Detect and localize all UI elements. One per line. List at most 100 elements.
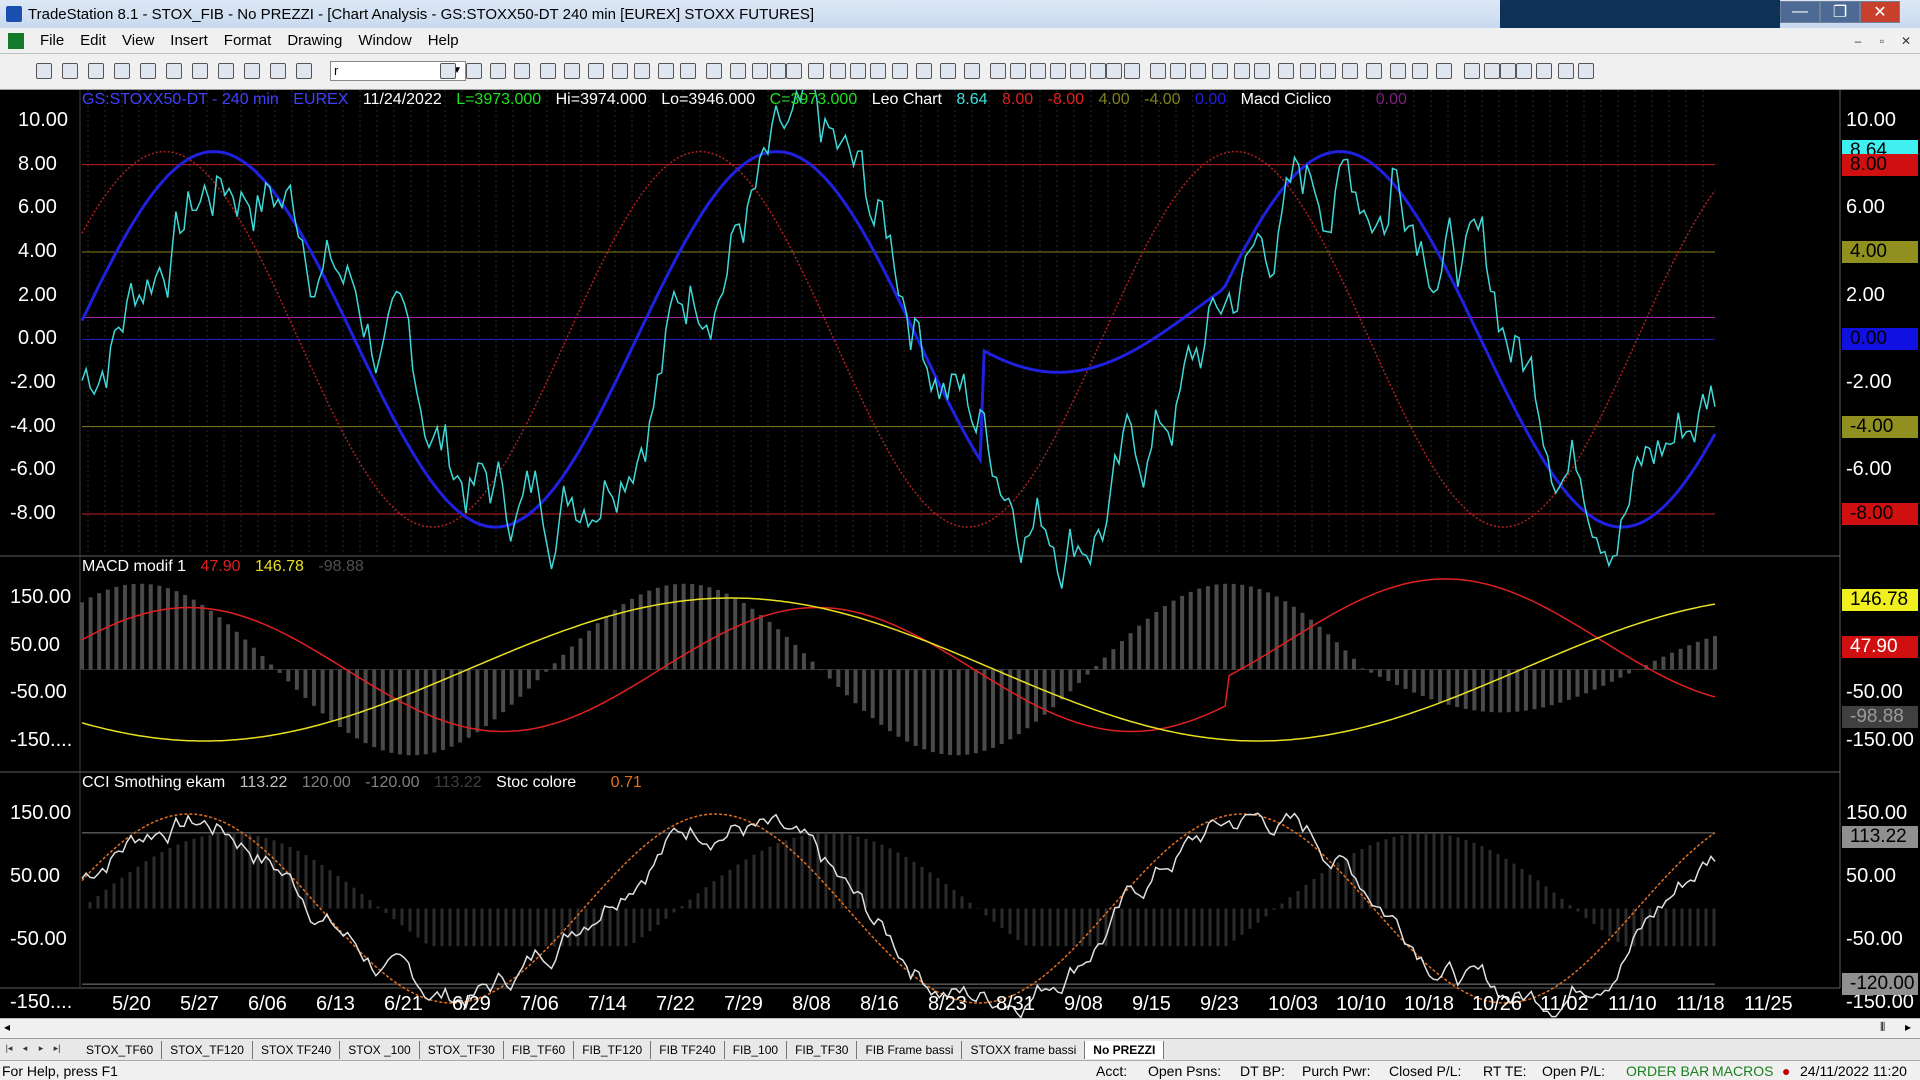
tab-item[interactable]: STOX_TF30 [420,1040,504,1059]
toolbar-button-icon[interactable] [514,63,530,79]
toolbar-button-icon[interactable] [1106,63,1122,79]
toolbar-button-icon[interactable] [1090,63,1106,79]
toolbar-button-icon[interactable] [1484,63,1500,79]
tab-prev-icon[interactable]: ◂ [18,1043,32,1057]
toolbar-button-icon[interactable] [1436,63,1452,79]
toolbar-button-icon[interactable] [1390,63,1406,79]
toolbar-button-icon[interactable] [680,63,696,79]
status-macros[interactable]: MACROS [1712,1063,1773,1079]
tab-item[interactable]: FIB_100 [725,1040,788,1059]
menu-format[interactable]: Format [216,32,280,49]
mdi-minimize-button[interactable]: – [1848,31,1868,51]
toolbar-button-icon[interactable] [1254,63,1270,79]
status-order-bar[interactable]: ORDER BAR [1626,1063,1709,1079]
toolbar-button-icon[interactable] [588,63,604,79]
toolbar-button-icon[interactable] [892,63,908,79]
toolbar-button-icon[interactable] [1070,63,1086,79]
toolbar-button-icon[interactable] [1536,63,1552,79]
toolbar-button-icon[interactable] [1212,63,1228,79]
toolbar-button-icon[interactable] [1558,63,1574,79]
tab-item[interactable]: FIB TF240 [651,1040,725,1059]
toolbar-button-icon[interactable] [1320,63,1336,79]
toolbar-button-icon[interactable] [140,63,156,79]
toolbar-button-icon[interactable] [990,63,1006,79]
toolbar-button-icon[interactable] [1190,63,1206,79]
toolbar-button-icon[interactable] [1170,63,1186,79]
toolbar-button-icon[interactable] [964,63,980,79]
toolbar-button-icon[interactable] [1010,63,1026,79]
toolbar-button-icon[interactable] [1278,63,1294,79]
tab-item[interactable]: FIB_TF120 [574,1040,652,1059]
tab-item[interactable]: STOX_TF60 [78,1040,163,1059]
toolbar-button-icon[interactable] [166,63,182,79]
toolbar-button-icon[interactable] [88,63,104,79]
toolbar-button-icon[interactable] [850,63,866,79]
minimize-button[interactable]: — [1780,1,1820,23]
toolbar-button-icon[interactable] [1464,63,1480,79]
menu-drawing[interactable]: Drawing [279,32,350,49]
menu-view[interactable]: View [114,32,162,49]
toolbar-button-icon[interactable] [296,63,312,79]
toolbar-button-icon[interactable] [62,63,78,79]
toolbar-button-icon[interactable] [752,63,768,79]
toolbar-button-icon[interactable] [1150,63,1166,79]
toolbar-button-icon[interactable] [808,63,824,79]
toolbar-button-icon[interactable] [440,63,456,79]
toolbar-button-icon[interactable] [1366,63,1382,79]
toolbar-button-icon[interactable] [786,63,802,79]
tab-item[interactable]: FIB Frame bassi [857,1040,963,1059]
maximize-button[interactable]: ❐ [1820,1,1860,23]
scroll-right-icon[interactable]: ▸ [1905,1020,1911,1034]
toolbar-button-icon[interactable] [658,63,674,79]
toolbar-button-icon[interactable] [1500,63,1516,79]
tab-last-icon[interactable]: ▸| [50,1043,64,1057]
toolbar-button-icon[interactable] [1578,63,1594,79]
menu-file[interactable]: File [32,32,72,49]
toolbar-button-icon[interactable] [730,63,746,79]
toolbar-button-icon[interactable] [870,63,886,79]
tab-item[interactable]: No PREZZI [1085,1040,1165,1059]
toolbar-button-icon[interactable] [564,63,580,79]
toolbar-button-icon[interactable] [1234,63,1250,79]
tab-item[interactable]: FIB_TF60 [504,1040,575,1059]
mdi-restore-button[interactable]: ▫ [1872,31,1892,51]
toolbar-button-icon[interactable] [770,63,786,79]
toolbar-button-icon[interactable] [1300,63,1316,79]
toolbar-button-icon[interactable] [612,63,628,79]
toolbar-button-icon[interactable] [270,63,286,79]
toolbar-button-icon[interactable] [490,63,506,79]
toolbar-button-icon[interactable] [218,63,234,79]
scroll-left-icon[interactable]: ◂ [4,1020,10,1034]
tab-item[interactable]: STOX TF240 [253,1040,341,1059]
toolbar-button-icon[interactable] [1124,63,1140,79]
menu-help[interactable]: Help [420,32,467,49]
toolbar-button-icon[interactable] [940,63,956,79]
mdi-close-button[interactable]: ✕ [1896,31,1916,51]
toolbar-button-icon[interactable] [830,63,846,79]
toolbar-button-icon[interactable] [1050,63,1066,79]
toolbar-button-icon[interactable] [540,63,556,79]
toolbar-button-icon[interactable] [466,63,482,79]
toolbar-button-icon[interactable] [1030,63,1046,79]
scroll-thumb-icon[interactable]: ⦀ [1880,1020,1885,1035]
toolbar-button-icon[interactable] [1342,63,1358,79]
tab-item[interactable]: STOXX frame bassi [962,1040,1086,1059]
tab-item[interactable]: STOX _100 [340,1040,420,1059]
toolbar-button-icon[interactable] [916,63,932,79]
tab-item[interactable]: FIB_TF30 [787,1040,858,1059]
horizontal-scrollbar[interactable]: ◂ ⦀ ▸ [0,1018,1920,1038]
tab-first-icon[interactable]: |◂ [2,1043,16,1057]
tab-item[interactable]: STOX_TF120 [162,1040,253,1059]
toolbar-button-icon[interactable] [706,63,722,79]
tab-next-icon[interactable]: ▸ [34,1043,48,1057]
close-button[interactable]: ✕ [1860,1,1900,23]
menu-insert[interactable]: Insert [162,32,216,49]
toolbar-button-icon[interactable] [114,63,130,79]
toolbar-button-icon[interactable] [634,63,650,79]
toolbar-button-icon[interactable] [36,63,52,79]
toolbar-button-icon[interactable] [244,63,260,79]
toolbar-button-icon[interactable] [192,63,208,79]
toolbar-button-icon[interactable] [1516,63,1532,79]
menu-edit[interactable]: Edit [72,32,114,49]
chart-area[interactable]: GS:STOXX50-DT - 240 min EUREX 11/24/2022… [0,90,1920,1025]
